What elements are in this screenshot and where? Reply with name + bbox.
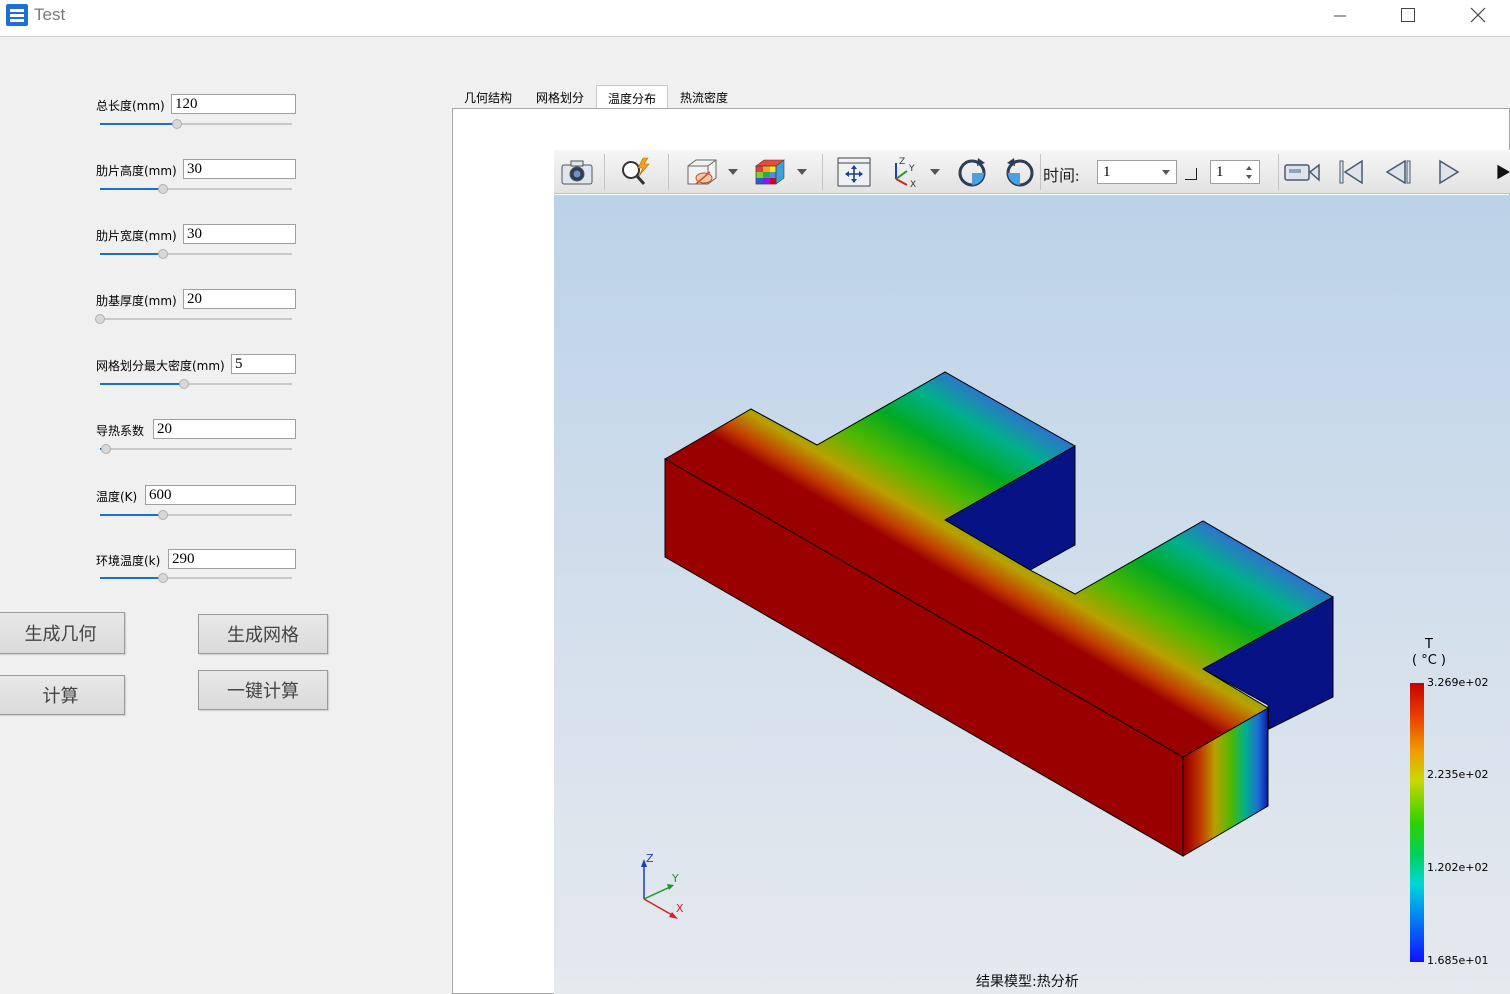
- rotate-cw-icon[interactable]: [952, 154, 992, 190]
- record-icon[interactable]: [1282, 154, 1322, 190]
- result-viewer: Z Y X 时间: 1 1 Z Y X T (°C) 3.269e+02 2…: [554, 150, 1510, 994]
- axes-icon[interactable]: Z Y X: [884, 154, 924, 190]
- minimize-button[interactable]: [1310, 0, 1370, 30]
- chevron-down-icon: [1162, 170, 1170, 175]
- title-bar: Test: [0, 0, 1510, 37]
- conductivity-input[interactable]: 20: [153, 419, 296, 439]
- ambient-temp-input[interactable]: 290: [168, 549, 296, 569]
- total-length-slider[interactable]: [100, 119, 292, 129]
- fin-height-input[interactable]: 30: [183, 159, 296, 179]
- legend-mid-low: 1.202e+02: [1427, 861, 1489, 874]
- slider-thumb[interactable]: [158, 573, 168, 583]
- slider-thumb[interactable]: [95, 314, 105, 324]
- tab-temperature[interactable]: 温度分布: [596, 85, 668, 110]
- slider-thumb[interactable]: [158, 249, 168, 259]
- generate-mesh-button[interactable]: 生成网格: [198, 614, 328, 654]
- step-marker-icon: [1185, 168, 1197, 180]
- one-click-compute-button[interactable]: 一键计算: [198, 670, 328, 710]
- viewer-toolbar: Z Y X 时间: 1 1: [554, 150, 1510, 194]
- legend-unit: ( °C ): [1412, 653, 1446, 668]
- param-label-temperature: 温度(K): [96, 490, 138, 504]
- param-label-fin-height: 肋片高度(mm): [96, 164, 177, 178]
- param-label-fin-width: 肋片宽度(mm): [96, 229, 177, 243]
- legend-min: 1.685e+01: [1427, 954, 1489, 967]
- base-thickness-slider[interactable]: [95, 314, 292, 324]
- total-length-input[interactable]: 120: [171, 94, 296, 114]
- tab-heat-flux[interactable]: 热流密度: [668, 86, 740, 109]
- param-label-total-length: 总长度(mm): [96, 99, 165, 113]
- param-label-mesh-density: 网格划分最大密度(mm): [96, 359, 225, 373]
- svg-text:Y: Y: [908, 164, 915, 174]
- temperature-input[interactable]: 600: [145, 485, 296, 505]
- base-thickness-input[interactable]: 20: [183, 289, 296, 309]
- svg-text:Z: Z: [899, 157, 905, 167]
- toolbar-overflow-icon[interactable]: [1497, 164, 1510, 180]
- legend-max: 3.269e+02: [1427, 676, 1489, 689]
- zoom-icon[interactable]: [616, 154, 656, 190]
- ambient-temp-slider[interactable]: [100, 573, 292, 583]
- play-icon[interactable]: [1430, 154, 1466, 190]
- fit-view-icon[interactable]: [834, 154, 874, 190]
- temperature-slider[interactable]: [100, 510, 292, 520]
- camera-icon[interactable]: [558, 154, 596, 190]
- window-title: Test: [34, 5, 66, 24]
- param-label-base-thickness: 肋基厚度(mm): [96, 294, 177, 308]
- compute-button[interactable]: 计算: [0, 675, 125, 715]
- legend-mid-high: 2.235e+02: [1427, 768, 1489, 781]
- spin-up-icon: [1246, 166, 1252, 170]
- axis-z-label: Z: [646, 853, 654, 865]
- step-spinbox-value: 1: [1216, 164, 1224, 180]
- previous-frame-icon[interactable]: [1380, 154, 1418, 190]
- legend-colorbar: [1410, 683, 1424, 962]
- slider-thumb[interactable]: [158, 184, 168, 194]
- result-caption: 结果模型:热分析: [976, 974, 1079, 990]
- slider-thumb[interactable]: [179, 379, 189, 389]
- slider-thumb[interactable]: [158, 510, 168, 520]
- time-label: 时间:: [1043, 168, 1080, 185]
- slider-thumb[interactable]: [172, 119, 182, 129]
- fin-width-input[interactable]: 30: [183, 224, 296, 244]
- mesh-density-input[interactable]: 5: [231, 354, 296, 374]
- slider-thumb[interactable]: [101, 444, 111, 454]
- axis-x-label: X: [676, 902, 684, 915]
- first-frame-icon[interactable]: [1332, 154, 1370, 190]
- time-select-value: 1: [1103, 164, 1111, 180]
- param-label-ambient-temp: 环境温度(k): [96, 554, 161, 568]
- maximize-button[interactable]: [1378, 0, 1438, 30]
- close-button[interactable]: [1448, 0, 1508, 30]
- mesh-density-slider[interactable]: [100, 379, 292, 389]
- tab-mesh[interactable]: 网格划分: [524, 86, 596, 109]
- svg-text:X: X: [910, 180, 916, 189]
- spin-down-icon: [1246, 175, 1252, 179]
- generate-geometry-button[interactable]: 生成几何: [0, 612, 125, 654]
- legend-title: T: [1425, 637, 1433, 652]
- viewport-3d[interactable]: Z Y X T ( °C ) 3.269e+02 2.235e+02 1.202…: [554, 195, 1510, 994]
- param-label-conductivity: 导热系数: [96, 424, 145, 438]
- axis-y-label: Y: [671, 872, 679, 885]
- conductivity-slider[interactable]: [100, 444, 292, 454]
- fin-width-slider[interactable]: [100, 249, 292, 259]
- rotate-ccw-icon[interactable]: [1000, 154, 1040, 190]
- axes-triad: Z Y X: [641, 853, 684, 919]
- color-cube-icon[interactable]: [750, 154, 790, 190]
- fin-height-slider[interactable]: [100, 184, 292, 194]
- display-mode-icon[interactable]: [680, 154, 722, 190]
- app-icon: [5, 3, 29, 27]
- tab-geometry[interactable]: 几何结构: [452, 86, 524, 109]
- time-select[interactable]: 1: [1097, 160, 1177, 184]
- step-spinbox[interactable]: 1: [1210, 160, 1260, 184]
